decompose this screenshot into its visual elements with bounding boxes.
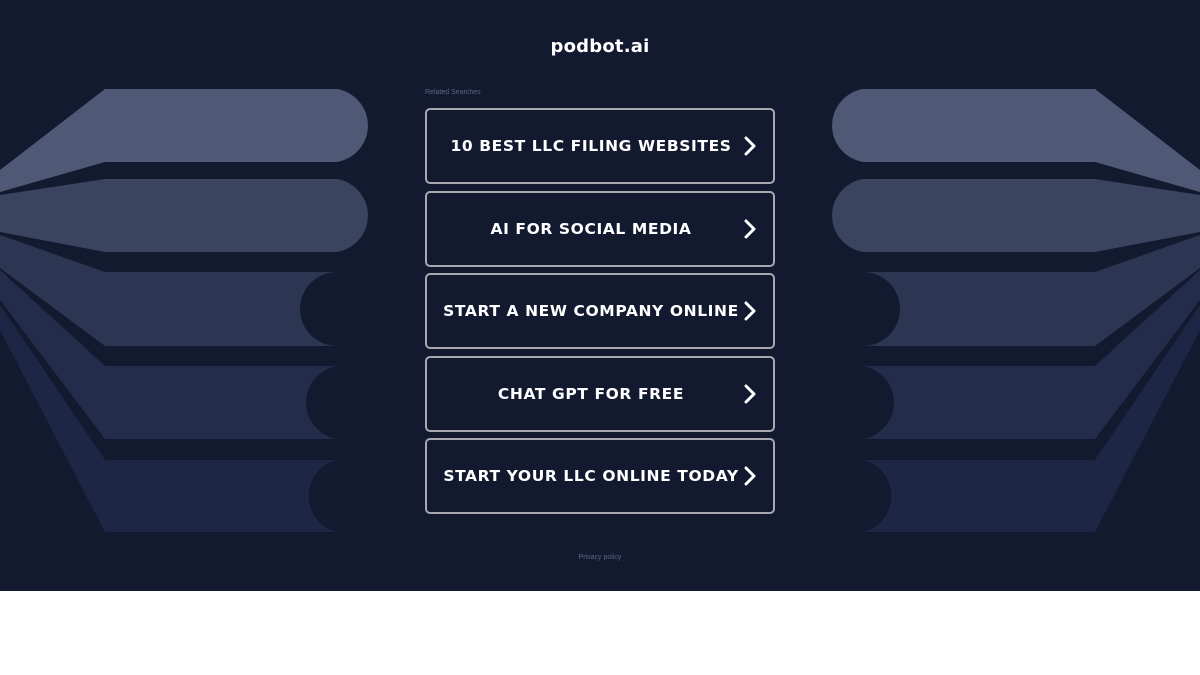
chevron-right-icon (744, 301, 756, 321)
related-search-link[interactable]: CHAT GPT FOR FREE (425, 355, 775, 432)
parked-domain-page: podbot.ai Related Searches 10 BEST LLC F… (0, 0, 1200, 591)
related-searches-label: Related Searches (425, 89, 481, 96)
left-bands (0, 89, 368, 532)
related-search-link[interactable]: START A NEW COMPANY ONLINE (425, 273, 775, 349)
related-search-link[interactable]: 10 BEST LLC FILING WEBSITES (425, 108, 775, 184)
related-searches-list: 10 BEST LLC FILING WEBSITES AI FOR SOCIA… (425, 108, 775, 521)
related-search-label: CHAT GPT FOR FREE (497, 384, 685, 403)
site-title: podbot.ai (550, 36, 650, 57)
chevron-right-icon (744, 466, 756, 486)
related-search-label: AI FOR SOCIAL MEDIA (490, 219, 692, 238)
related-search-link[interactable]: START YOUR LLC ONLINE TODAY (425, 438, 775, 514)
chevron-right-icon (744, 136, 756, 156)
chevron-right-icon (744, 384, 756, 403)
related-search-label: START YOUR LLC ONLINE TODAY (443, 467, 739, 485)
privacy-policy-link[interactable]: Privacy policy (0, 554, 1200, 561)
related-search-label: START A NEW COMPANY ONLINE (443, 302, 739, 320)
right-bands (832, 89, 1200, 532)
chevron-right-icon (744, 219, 756, 238)
related-search-label: 10 BEST LLC FILING WEBSITES (450, 137, 732, 155)
related-search-link[interactable]: AI FOR SOCIAL MEDIA (425, 190, 775, 267)
